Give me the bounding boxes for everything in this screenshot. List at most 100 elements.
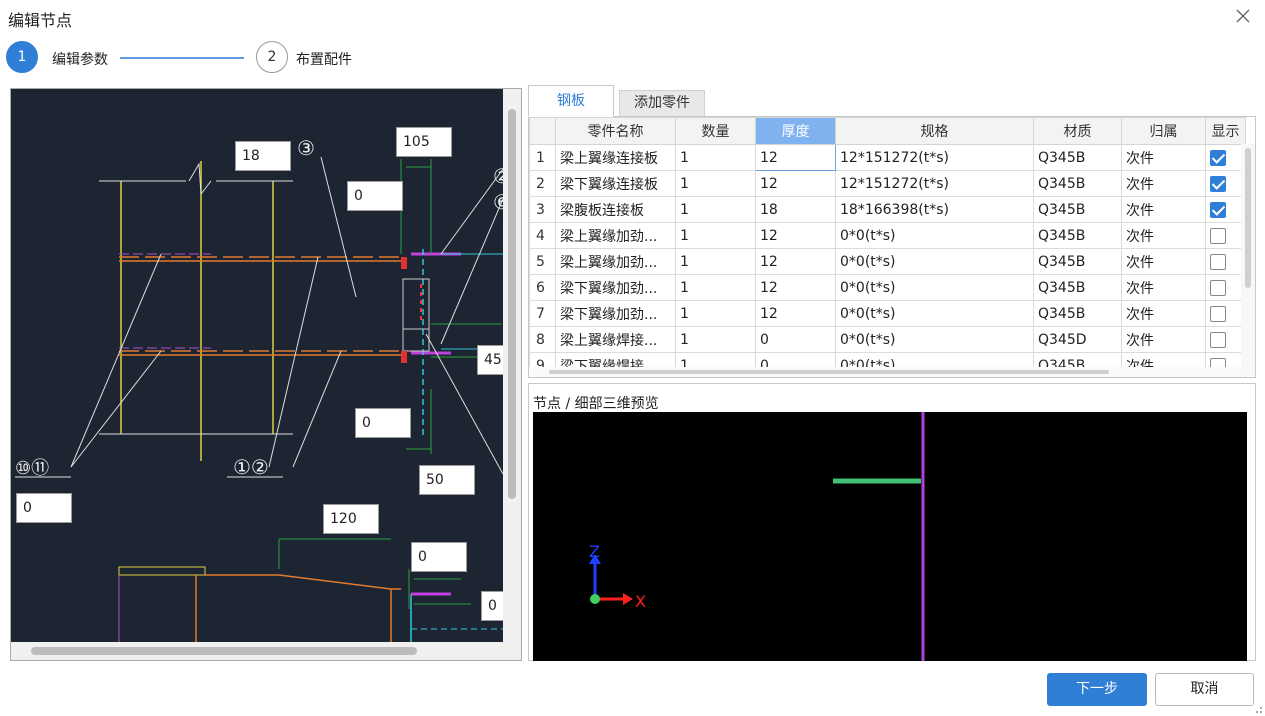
table-horizontal-scrollbar[interactable] [529, 367, 1241, 377]
param-input[interactable]: 0 [355, 408, 411, 438]
owner-cell[interactable]: 次件 [1121, 170, 1206, 197]
row-index: 4 [529, 222, 556, 249]
3d-preview-viewport[interactable]: Z X [533, 412, 1247, 661]
show-checkbox[interactable] [1210, 253, 1226, 270]
spec-cell[interactable]: 12*151272(t*s) [835, 170, 1034, 197]
thickness-cell[interactable]: 12 [755, 274, 836, 301]
material-cell[interactable]: Q345B [1033, 144, 1122, 171]
table-row[interactable]: 2 梁下翼缘连接板 1 12 12*151272(t*s) Q345B 次件 [529, 170, 1246, 197]
drawing-horizontal-scrollbar[interactable] [11, 642, 503, 660]
param-input[interactable]: 18 [235, 141, 291, 171]
column-header-thickness[interactable]: 厚度 [755, 117, 836, 145]
table-row[interactable]: 4 梁上翼缘加劲... 1 12 0*0(t*s) Q345B 次件 [529, 222, 1246, 249]
quantity-cell[interactable]: 1 [675, 326, 756, 353]
table-row[interactable]: 7 梁下翼缘加劲... 1 12 0*0(t*s) Q345B 次件 [529, 300, 1246, 327]
param-input[interactable]: 105 [396, 127, 452, 157]
part-tabs: 钢板 添加零件 [528, 85, 1256, 117]
node-drawing-panel[interactable]: ③ ② ⑥ ⑩⑪ ①② 18 105 0 45 0 50 0 120 0 0 [10, 88, 522, 661]
thickness-cell[interactable]: 0 [755, 326, 836, 353]
material-cell[interactable]: Q345B [1033, 248, 1122, 275]
owner-cell[interactable]: 次件 [1121, 300, 1206, 327]
tab-steel-plate[interactable]: 钢板 [528, 85, 614, 117]
spec-cell[interactable]: 0*0(t*s) [835, 248, 1034, 275]
scroll-thumb[interactable] [549, 370, 1109, 374]
owner-cell[interactable]: 次件 [1121, 326, 1206, 353]
show-checkbox[interactable] [1210, 201, 1226, 218]
owner-cell[interactable]: 次件 [1121, 144, 1206, 171]
owner-cell[interactable]: 次件 [1121, 248, 1206, 275]
spec-cell[interactable]: 0*0(t*s) [835, 300, 1034, 327]
thickness-cell[interactable]: 18 [755, 196, 836, 223]
thickness-cell[interactable]: 12 [755, 170, 836, 197]
owner-cell[interactable]: 次件 [1121, 274, 1206, 301]
param-input[interactable]: 120 [323, 504, 379, 534]
table-row[interactable]: 6 梁下翼缘加劲... 1 12 0*0(t*s) Q345B 次件 [529, 274, 1246, 301]
part-name-cell[interactable]: 梁上翼缘焊接... [555, 326, 676, 353]
scroll-thumb[interactable] [508, 109, 516, 499]
spec-cell[interactable]: 12*151272(t*s) [835, 144, 1034, 171]
param-input[interactable]: 50 [419, 465, 475, 495]
material-cell[interactable]: Q345B [1033, 300, 1122, 327]
thickness-cell[interactable]: 12 [755, 300, 836, 327]
part-name-cell[interactable]: 梁下翼缘加劲... [555, 300, 676, 327]
owner-cell[interactable]: 次件 [1121, 222, 1206, 249]
quantity-cell[interactable]: 1 [675, 170, 756, 197]
part-name-cell[interactable]: 梁上翼缘加劲... [555, 248, 676, 275]
table-vertical-scrollbar[interactable] [1241, 144, 1255, 376]
param-input[interactable]: 0 [411, 542, 467, 572]
callout-2: ② [493, 164, 503, 188]
column-header-material[interactable]: 材质 [1033, 117, 1122, 145]
drawing-vertical-scrollbar[interactable] [503, 89, 521, 660]
material-cell[interactable]: Q345B [1033, 196, 1122, 223]
show-checkbox[interactable] [1210, 279, 1226, 296]
callout-3: ③ [297, 136, 315, 160]
param-input[interactable]: 0 [347, 181, 403, 211]
spec-cell[interactable]: 0*0(t*s) [835, 326, 1034, 353]
quantity-cell[interactable]: 1 [675, 144, 756, 171]
part-name-cell[interactable]: 梁下翼缘连接板 [555, 170, 676, 197]
column-header-owner[interactable]: 归属 [1121, 117, 1206, 145]
param-input[interactable]: 0 [16, 493, 72, 523]
thickness-cell[interactable]: 12 [755, 248, 836, 275]
close-icon[interactable] [1233, 6, 1253, 26]
quantity-cell[interactable]: 1 [675, 222, 756, 249]
material-cell[interactable]: Q345B [1033, 274, 1122, 301]
scroll-thumb[interactable] [31, 647, 417, 655]
show-checkbox[interactable] [1210, 175, 1226, 192]
quantity-cell[interactable]: 1 [675, 300, 756, 327]
column-header-name[interactable]: 零件名称 [555, 117, 676, 145]
spec-cell[interactable]: 0*0(t*s) [835, 222, 1034, 249]
spec-cell[interactable]: 0*0(t*s) [835, 274, 1034, 301]
tab-add-part[interactable]: 添加零件 [619, 90, 705, 117]
resize-grip-icon[interactable] [1253, 704, 1263, 714]
table-row[interactable]: 3 梁腹板连接板 1 18 18*166398(t*s) Q345B 次件 [529, 196, 1246, 223]
owner-cell[interactable]: 次件 [1121, 196, 1206, 223]
quantity-cell[interactable]: 1 [675, 274, 756, 301]
thickness-cell[interactable]: 12 [755, 222, 836, 249]
column-header-spec[interactable]: 规格 [835, 117, 1034, 145]
part-name-cell[interactable]: 梁下翼缘加劲... [555, 274, 676, 301]
part-name-cell[interactable]: 梁上翼缘连接板 [555, 144, 676, 171]
quantity-cell[interactable]: 1 [675, 248, 756, 275]
step-1-label: 编辑参数 [52, 52, 108, 68]
material-cell[interactable]: Q345D [1033, 326, 1122, 353]
show-checkbox[interactable] [1210, 227, 1226, 244]
spec-cell[interactable]: 18*166398(t*s) [835, 196, 1034, 223]
part-name-cell[interactable]: 梁上翼缘加劲... [555, 222, 676, 249]
table-row[interactable]: 5 梁上翼缘加劲... 1 12 0*0(t*s) Q345B 次件 [529, 248, 1246, 275]
table-row[interactable]: 8 梁上翼缘焊接... 1 0 0*0(t*s) Q345D 次件 [529, 326, 1246, 353]
material-cell[interactable]: Q345B [1033, 222, 1122, 249]
part-name-cell[interactable]: 梁腹板连接板 [555, 196, 676, 223]
scroll-thumb[interactable] [1245, 148, 1251, 288]
cancel-button[interactable]: 取消 [1155, 673, 1254, 706]
show-checkbox[interactable] [1210, 305, 1226, 322]
column-header-qty[interactable]: 数量 [675, 117, 756, 145]
next-step-button[interactable]: 下一步 [1047, 673, 1147, 706]
show-checkbox[interactable] [1210, 331, 1226, 348]
quantity-cell[interactable]: 1 [675, 196, 756, 223]
column-header-show[interactable]: 显示 [1205, 117, 1246, 145]
table-row[interactable]: 1 梁上翼缘连接板 1 12 12*151272(t*s) Q345B 次件 [529, 144, 1246, 171]
show-checkbox[interactable] [1210, 149, 1226, 166]
material-cell[interactable]: Q345B [1033, 170, 1122, 197]
thickness-cell[interactable]: 12 [755, 144, 836, 171]
